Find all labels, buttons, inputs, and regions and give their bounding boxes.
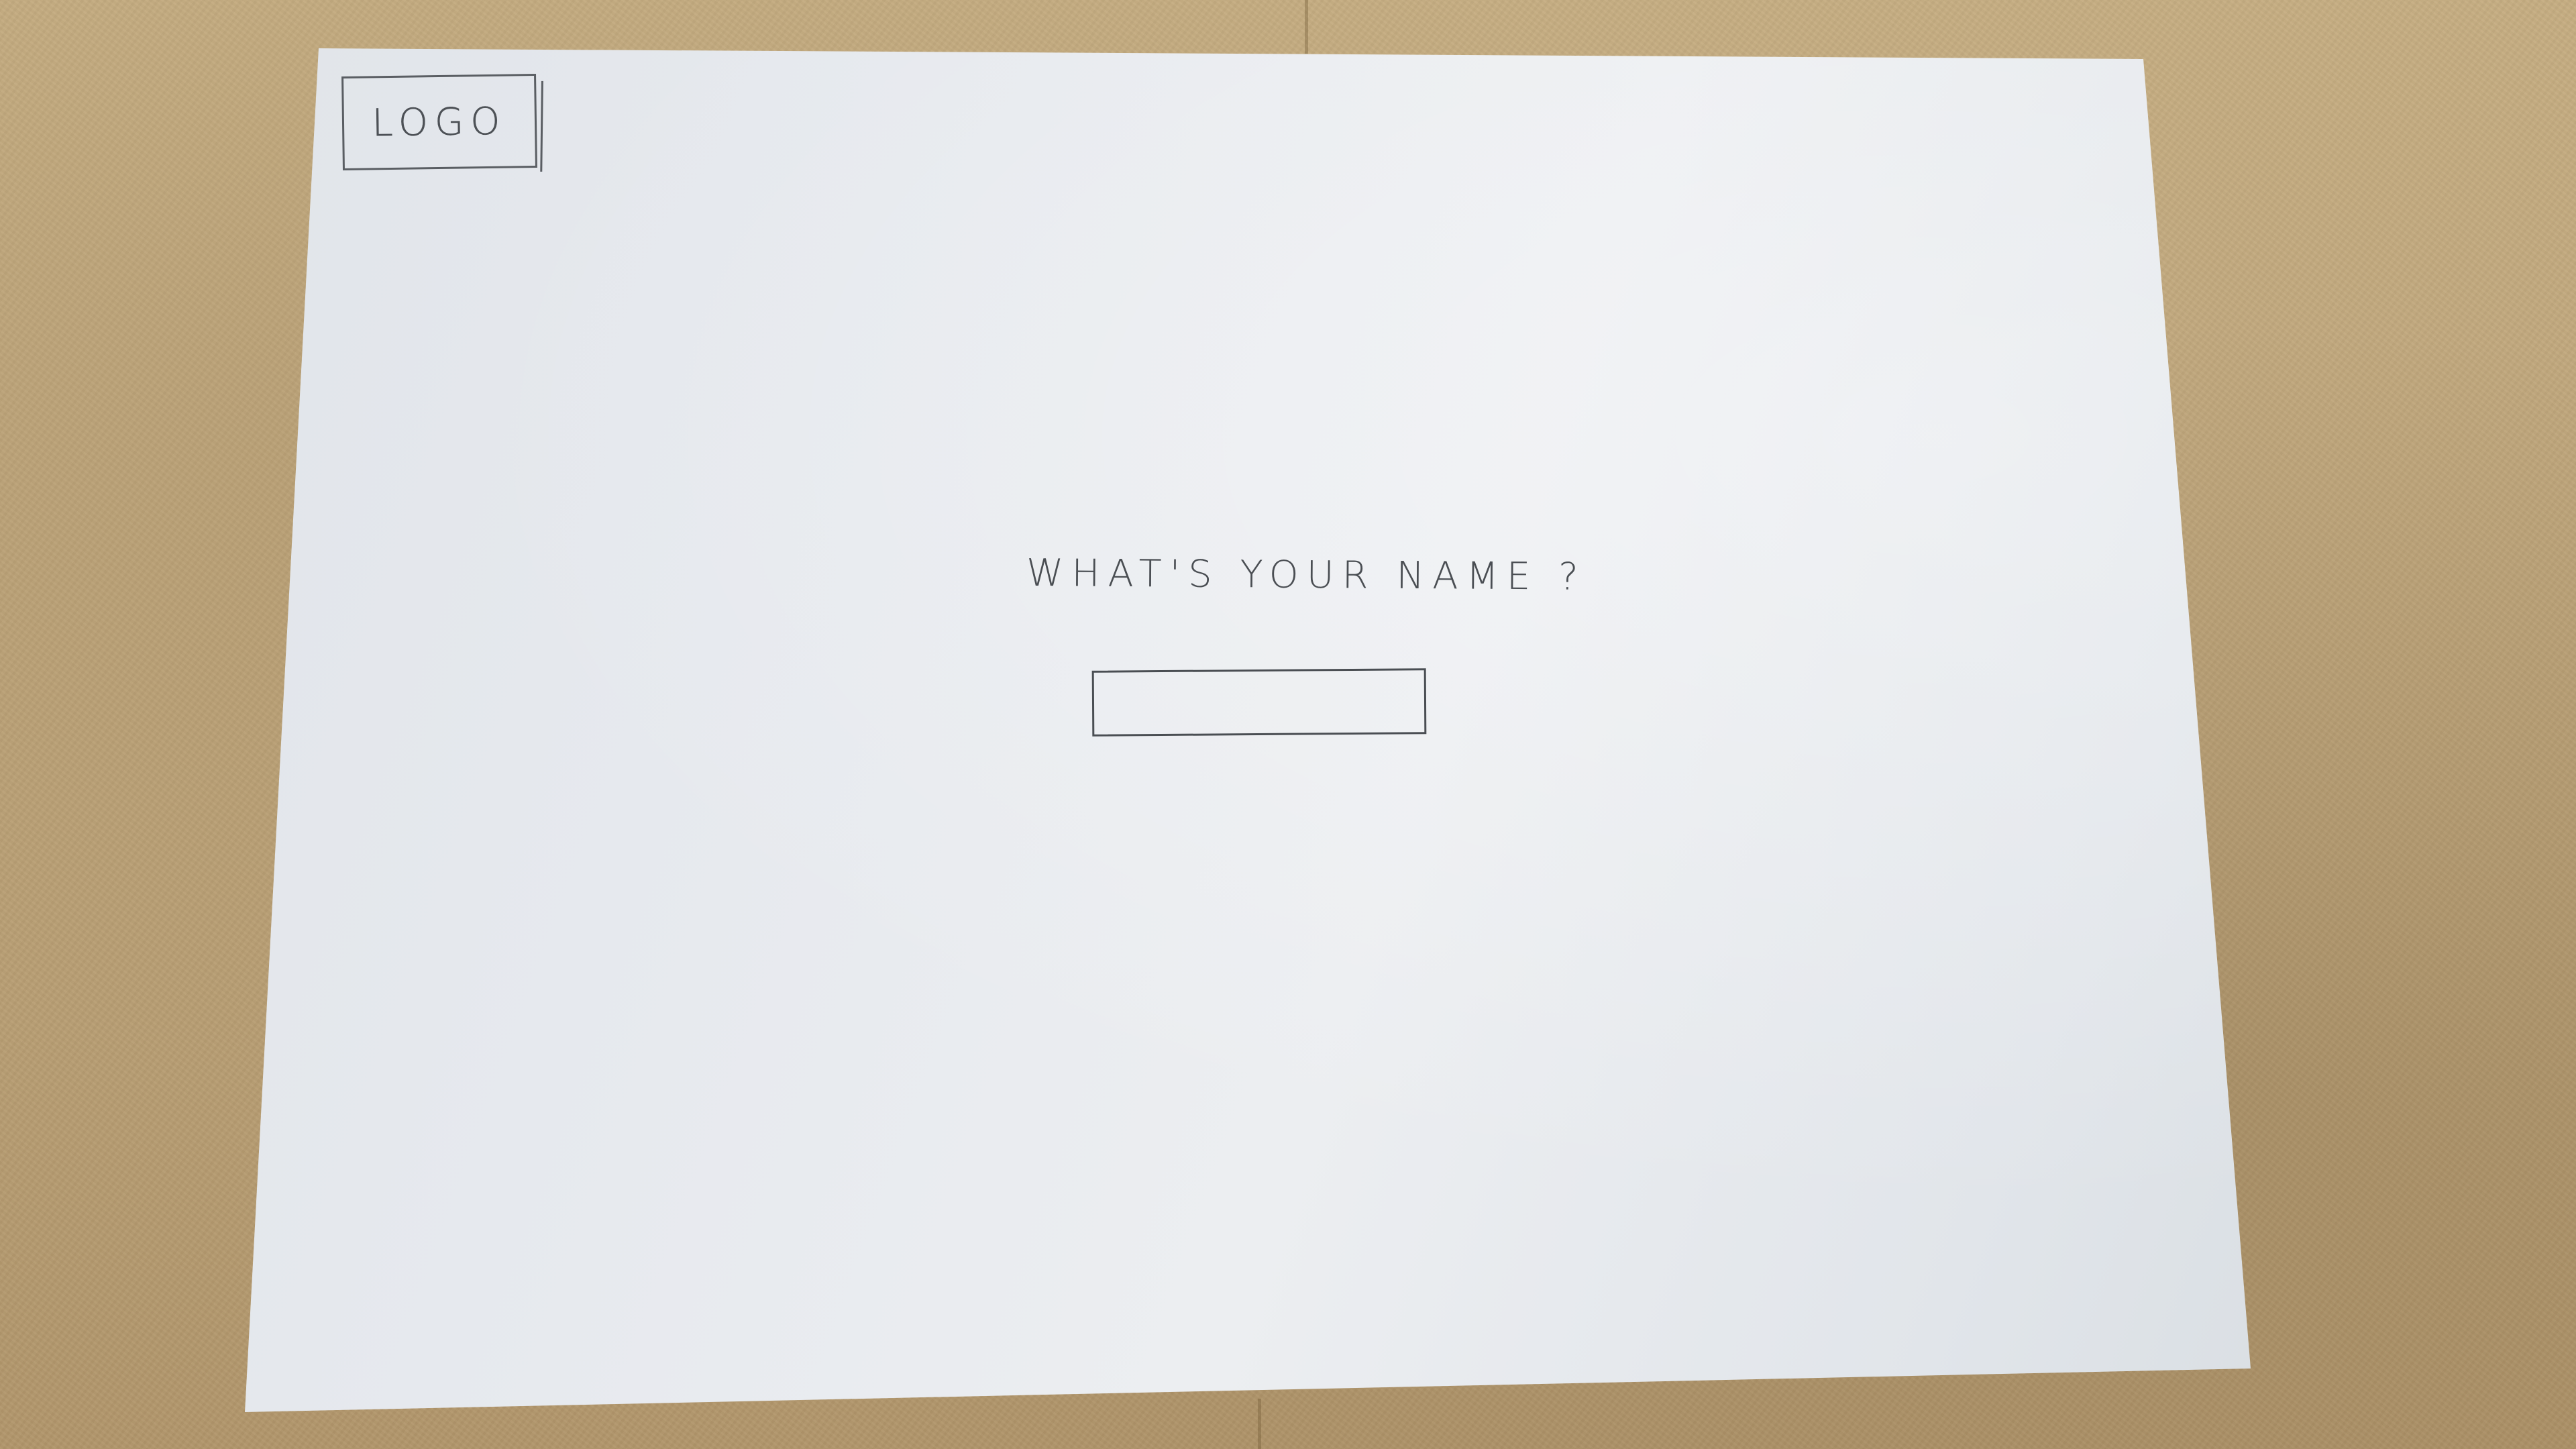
background-seam xyxy=(1258,1399,1261,1449)
background-seam xyxy=(1305,0,1308,54)
logo-placeholder: LOGO xyxy=(341,73,537,171)
logo-label: LOGO xyxy=(372,99,507,145)
name-input[interactable] xyxy=(1091,668,1427,737)
name-question-label: WHAT'S YOUR NAME ? xyxy=(1026,551,1587,599)
